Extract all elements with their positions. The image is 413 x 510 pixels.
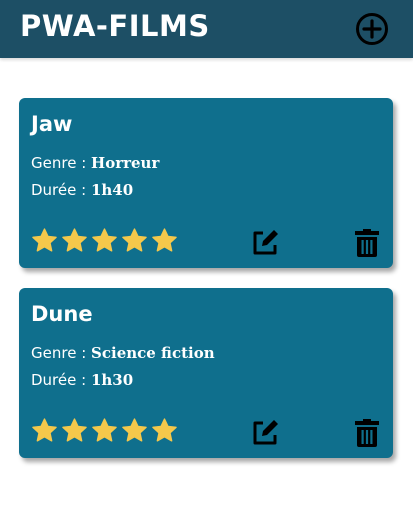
- star-icon[interactable]: [31, 227, 58, 254]
- star-icon[interactable]: [61, 417, 88, 444]
- star-icon[interactable]: [121, 227, 148, 254]
- film-title: Jaw: [31, 112, 73, 136]
- film-card: Dune Genre : Science fiction Durée : 1h3…: [19, 288, 393, 458]
- star-icon[interactable]: [91, 417, 118, 444]
- film-genre-row: Genre : Horreur: [31, 154, 159, 172]
- add-film-button[interactable]: [355, 12, 389, 46]
- star-icon[interactable]: [61, 227, 88, 254]
- app-title: PWA-FILMS: [20, 9, 210, 43]
- star-icon[interactable]: [151, 227, 178, 254]
- duration-label: Durée :: [31, 371, 87, 389]
- duration-label: Durée :: [31, 181, 87, 199]
- trash-icon: [355, 419, 379, 447]
- film-genre-row: Genre : Science fiction: [31, 344, 215, 362]
- edit-button[interactable]: [250, 227, 281, 258]
- delete-button[interactable]: [354, 228, 380, 258]
- edit-icon: [253, 420, 278, 445]
- star-rating[interactable]: [31, 417, 178, 444]
- add-circle-icon: [356, 13, 388, 45]
- edit-button[interactable]: [250, 417, 281, 448]
- genre-label: Genre :: [31, 344, 87, 362]
- film-list: Jaw Genre : Horreur Durée : 1h40 Dune Ge…: [19, 98, 393, 478]
- edit-icon: [253, 230, 278, 255]
- star-icon[interactable]: [151, 417, 178, 444]
- star-rating[interactable]: [31, 227, 178, 254]
- genre-label: Genre :: [31, 154, 87, 172]
- duration-value: 1h30: [90, 371, 134, 389]
- trash-icon: [355, 229, 379, 257]
- film-card: Jaw Genre : Horreur Durée : 1h40: [19, 98, 393, 268]
- delete-button[interactable]: [354, 418, 380, 448]
- duration-value: 1h40: [90, 181, 134, 199]
- star-icon[interactable]: [31, 417, 58, 444]
- film-duration-row: Durée : 1h30: [31, 371, 133, 389]
- film-duration-row: Durée : 1h40: [31, 181, 133, 199]
- star-icon[interactable]: [121, 417, 148, 444]
- film-title: Dune: [31, 302, 93, 326]
- star-icon[interactable]: [91, 227, 118, 254]
- genre-value: Science fiction: [91, 344, 215, 362]
- genre-value: Horreur: [91, 154, 160, 172]
- app-header: PWA-FILMS: [0, 0, 413, 58]
